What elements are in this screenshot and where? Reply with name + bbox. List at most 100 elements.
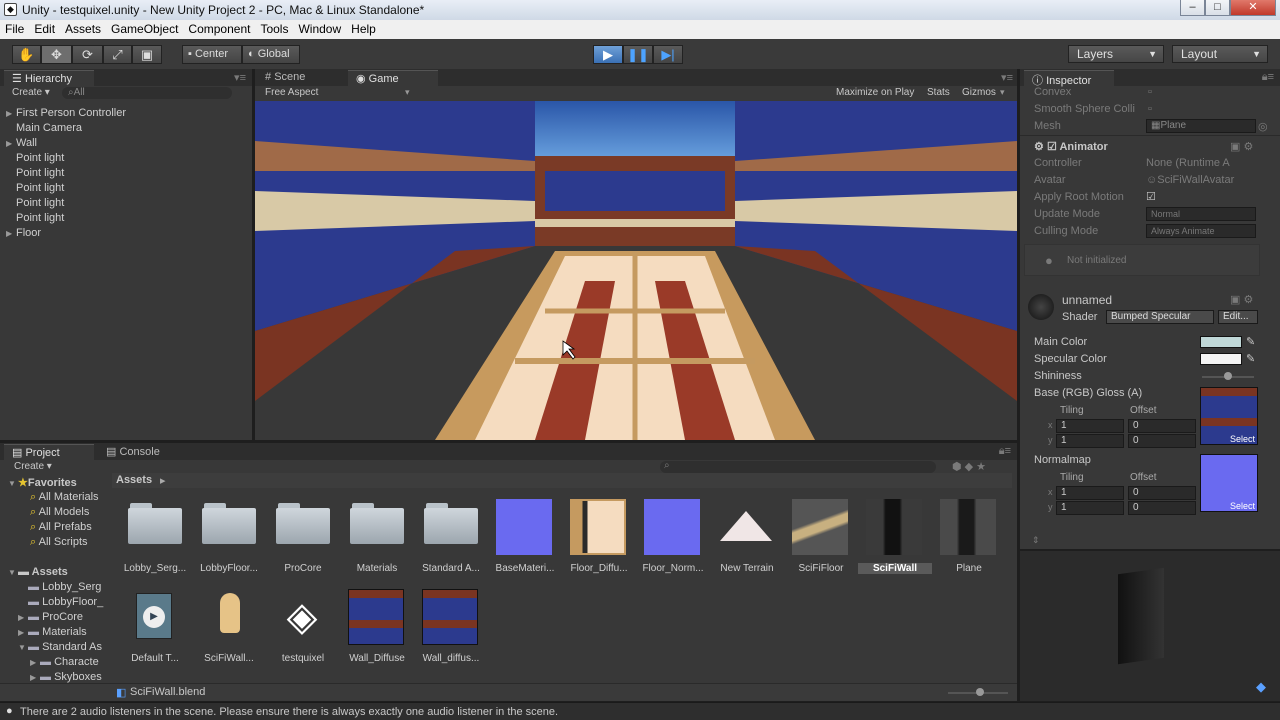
expand-arrow-icon[interactable]: ▼ bbox=[18, 643, 28, 652]
asset-tree-item[interactable]: ▶ ▬ Materials bbox=[18, 626, 87, 638]
play-button[interactable]: ▶ bbox=[593, 45, 623, 64]
lock-icon[interactable]: 🔒︎≡ bbox=[1262, 71, 1274, 84]
asset-item[interactable]: SciFiWall... bbox=[192, 589, 266, 664]
tab-project[interactable]: ▤ Project bbox=[4, 444, 94, 460]
panel-menu-icon[interactable]: ▾≡ bbox=[1001, 71, 1013, 84]
lock-icon[interactable]: 🔒︎≡ bbox=[999, 445, 1011, 458]
menu-gameobject[interactable]: GameObject bbox=[106, 20, 183, 36]
mesh-field[interactable]: ▦Plane bbox=[1146, 119, 1256, 133]
normal-tiling-y-input[interactable]: 1 bbox=[1056, 501, 1124, 515]
asset-item[interactable]: Wall_diffus... bbox=[414, 589, 488, 664]
asset-item[interactable]: SciFiFloor bbox=[784, 499, 858, 574]
pivot-global-button[interactable]: ◐ Global bbox=[242, 45, 300, 64]
hand-tool-icon[interactable]: ✋ bbox=[12, 45, 41, 64]
asset-item[interactable]: ProCore bbox=[266, 499, 340, 574]
tab-inspector[interactable]: ⓘ Inspector bbox=[1024, 70, 1114, 87]
expand-arrow-icon[interactable]: ▶ bbox=[30, 658, 40, 667]
zoom-slider-handle[interactable] bbox=[976, 688, 984, 696]
select-normalmap-button[interactable]: Select bbox=[1230, 501, 1255, 511]
asset-item[interactable]: ▶ Default T... bbox=[118, 589, 192, 664]
hierarchy-search-input[interactable]: ⌕All bbox=[62, 87, 232, 99]
tiling-x-input[interactable]: 1 bbox=[1056, 419, 1124, 433]
menu-help[interactable]: Help bbox=[346, 20, 381, 36]
aspect-dropdown[interactable]: Free Aspect bbox=[265, 87, 318, 98]
menu-edit[interactable]: Edit bbox=[29, 20, 60, 36]
select-base-texture-button[interactable]: Select bbox=[1230, 434, 1255, 444]
expand-arrow-icon[interactable]: ▶ bbox=[6, 109, 16, 118]
asset-item[interactable]: New Terrain bbox=[710, 499, 784, 574]
expand-arrow-icon[interactable]: ▶ bbox=[18, 613, 28, 622]
hierarchy-item[interactable]: Point light bbox=[6, 182, 64, 194]
project-create-dropdown[interactable]: Create ▾ bbox=[14, 461, 52, 472]
root-motion-checkbox[interactable]: ☑ bbox=[1146, 190, 1156, 203]
preview-panel[interactable] bbox=[1020, 551, 1280, 701]
culling-dropdown[interactable]: Always Animate bbox=[1146, 224, 1256, 238]
component-help-icon[interactable]: ▣ ⚙ bbox=[1230, 140, 1253, 153]
animator-header[interactable]: ⚙ ☑ Animator bbox=[1034, 140, 1108, 153]
update-mode-dropdown[interactable]: Normal bbox=[1146, 207, 1256, 221]
asset-tree-item[interactable]: ▶ ▬ ProCore bbox=[18, 611, 83, 623]
animator-checkbox[interactable]: ☑ bbox=[1047, 141, 1057, 153]
tab-scene[interactable]: # Scene bbox=[257, 70, 347, 86]
expand-arrow-icon[interactable]: ▶ bbox=[30, 673, 40, 682]
cloud-icon[interactable]: ◆ bbox=[1256, 679, 1266, 695]
status-bar[interactable]: ● There are 2 audio listeners in the sce… bbox=[0, 679, 1280, 720]
shader-dropdown[interactable]: Bumped Specular bbox=[1106, 310, 1214, 324]
asset-item[interactable]: BaseMateri... bbox=[488, 499, 562, 574]
hierarchy-item[interactable]: ▶ First Person Controller bbox=[6, 107, 126, 119]
asset-item[interactable]: LobbyFloor... bbox=[192, 499, 266, 574]
normal-offset-x-input[interactable]: 0 bbox=[1128, 486, 1196, 500]
eyedropper-icon[interactable]: ✎ bbox=[1246, 352, 1255, 365]
target-icon[interactable]: ◎ bbox=[1258, 120, 1268, 133]
panel-menu-icon[interactable]: ▾≡ bbox=[234, 71, 246, 84]
asset-item[interactable]: Standard A... bbox=[414, 499, 488, 574]
favorite-item[interactable]: ⌕ All Prefabs bbox=[30, 521, 92, 534]
hierarchy-item[interactable]: Point light bbox=[6, 212, 64, 224]
maximize-on-play-toggle[interactable]: Maximize on Play bbox=[836, 87, 914, 98]
material-settings-icon[interactable]: ▣ ⚙ bbox=[1230, 293, 1253, 306]
asset-item[interactable]: Plane bbox=[932, 499, 1006, 574]
expand-arrow-icon[interactable]: ▶ bbox=[18, 628, 28, 637]
favorite-item[interactable]: ⌕ All Materials bbox=[30, 491, 99, 504]
hierarchy-item[interactable]: Point light bbox=[6, 152, 64, 164]
resize-handle-icon[interactable]: ⇕ bbox=[1032, 535, 1040, 546]
main-color-swatch[interactable] bbox=[1200, 336, 1242, 348]
hierarchy-item[interactable]: Point light bbox=[6, 167, 64, 179]
expand-arrow-icon[interactable]: ▶ bbox=[6, 139, 16, 148]
menu-file[interactable]: File bbox=[0, 20, 29, 36]
step-button[interactable]: ▶| bbox=[653, 45, 683, 64]
base-texture-thumbnail[interactable]: Select bbox=[1200, 387, 1258, 445]
menu-component[interactable]: Component bbox=[183, 20, 255, 36]
maximize-button[interactable]: □ bbox=[1205, 0, 1230, 16]
controller-value[interactable]: None (Runtime A bbox=[1146, 157, 1230, 169]
move-tool-icon[interactable]: ✥ bbox=[41, 45, 72, 64]
avatar-value[interactable]: ☺SciFiWallAvatar bbox=[1146, 174, 1234, 186]
shininess-slider-handle[interactable] bbox=[1224, 372, 1232, 380]
smooth-checkbox[interactable]: ▫ bbox=[1148, 103, 1152, 115]
rotate-tool-icon[interactable]: ⟳ bbox=[72, 45, 103, 64]
minimize-button[interactable]: – bbox=[1180, 0, 1205, 16]
tab-game[interactable]: ◉ Game bbox=[348, 70, 438, 86]
asset-item[interactable]: SciFiWall bbox=[858, 499, 932, 574]
menu-window[interactable]: Window bbox=[293, 20, 346, 36]
tab-hierarchy[interactable]: ☰ Hierarchy bbox=[4, 70, 94, 86]
convex-checkbox[interactable]: ▫ bbox=[1148, 86, 1152, 98]
asset-item[interactable]: Floor_Norm... bbox=[636, 499, 710, 574]
asset-item[interactable]: Materials bbox=[340, 499, 414, 574]
offset-x-input[interactable]: 0 bbox=[1128, 419, 1196, 433]
tiling-y-input[interactable]: 1 bbox=[1056, 434, 1124, 448]
expand-arrow-icon[interactable]: ▶ bbox=[6, 229, 16, 238]
offset-y-input[interactable]: 0 bbox=[1128, 434, 1196, 448]
asset-tree-item[interactable]: ▬ Lobby_Serg bbox=[18, 581, 101, 593]
asset-item[interactable]: ◈ testquixel bbox=[266, 589, 340, 664]
layout-dropdown[interactable]: Layout ▼ bbox=[1172, 45, 1268, 63]
specular-color-swatch[interactable] bbox=[1200, 353, 1242, 365]
project-search-input[interactable]: ⌕ bbox=[660, 460, 936, 473]
hierarchy-item[interactable]: ▶ Floor bbox=[6, 227, 41, 239]
normal-offset-y-input[interactable]: 0 bbox=[1128, 501, 1196, 515]
hierarchy-item[interactable]: ▶ Wall bbox=[6, 137, 37, 149]
layers-dropdown[interactable]: Layers ▼ bbox=[1068, 45, 1164, 63]
tab-console[interactable]: ▤ Console bbox=[98, 444, 188, 460]
stats-toggle[interactable]: Stats bbox=[927, 87, 950, 98]
pause-button[interactable]: ❚❚ bbox=[623, 45, 653, 64]
